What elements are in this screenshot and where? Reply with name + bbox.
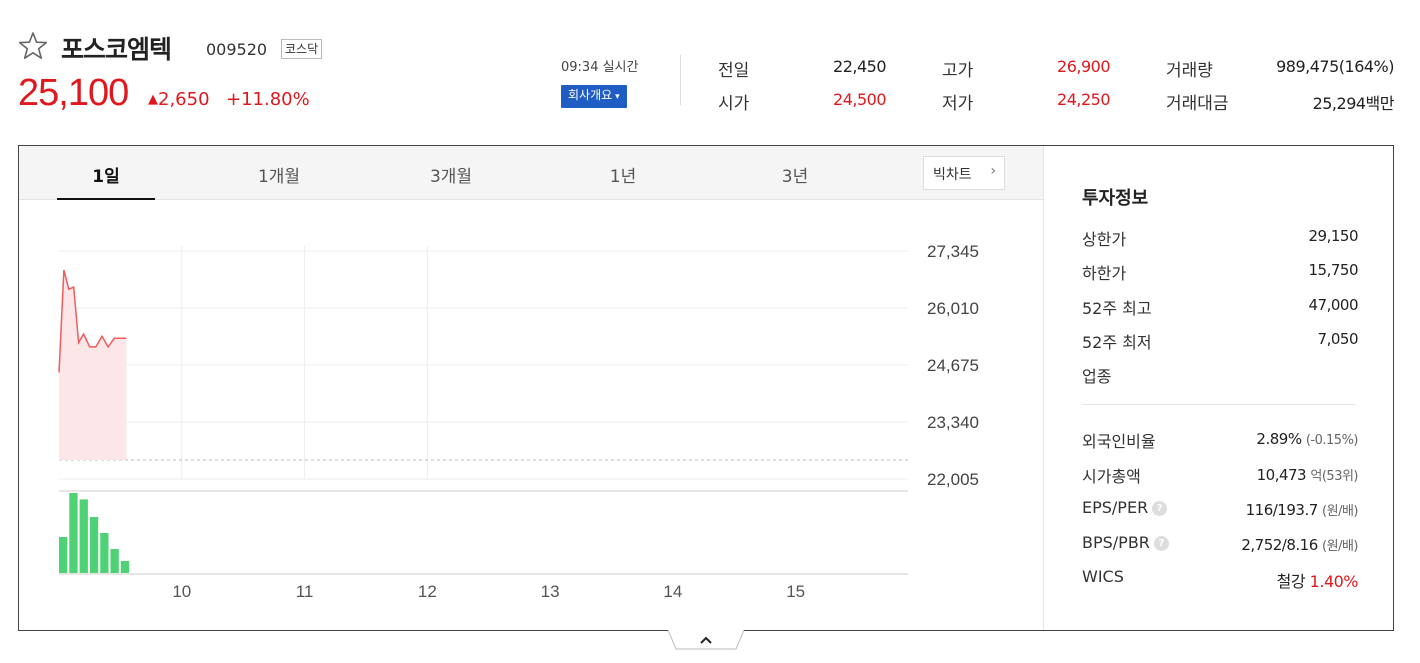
tab-1m[interactable]: 1개월 — [229, 162, 329, 187]
volume-label: 거래량 — [1166, 61, 1213, 81]
stock-header: 포스코엠텍 009520 코스닥 25,100 ▲2,650 +11.80% 0… — [18, 28, 1398, 128]
foreign-ratio-label: 외국인비율 — [1082, 432, 1156, 451]
high-label: 고가 — [942, 61, 974, 81]
open-value: 24,500 — [833, 90, 886, 109]
active-tab-indicator — [57, 198, 155, 200]
market-cap-label: 시가총액 — [1082, 467, 1141, 486]
upper-limit-value: 29,150 — [1308, 227, 1359, 245]
sector-label: 업종 — [1082, 367, 1112, 386]
realtime-time: 09:34 실시간 — [561, 60, 639, 75]
foreign-ratio-change: (-0.15%) — [1305, 433, 1359, 448]
bps-pbr-unit: (원/배) — [1322, 539, 1358, 554]
wics-label: WICS — [1082, 567, 1124, 586]
volume-bar — [120, 561, 130, 573]
collapse-chart-button[interactable] — [668, 630, 744, 650]
price-area — [59, 270, 127, 460]
wics-sector[interactable]: 철강 — [1277, 572, 1306, 591]
tab-3y[interactable]: 3년 — [745, 162, 845, 187]
tab-3m[interactable]: 3개월 — [401, 162, 501, 187]
lower-limit-value: 15,750 — [1308, 261, 1359, 279]
current-price: 25,100 — [18, 72, 129, 114]
y-tick-label: 26,010 — [927, 299, 979, 318]
x-tick-label: 13 — [541, 582, 560, 601]
price-chart: 27,345 26,010 24,675 23,340 22,005 10 11 12 13 14… — [19, 201, 1043, 631]
company-overview-label: 회사개요 — [568, 88, 613, 102]
volume-bar — [79, 499, 88, 573]
high52-value: 47,000 — [1308, 296, 1359, 314]
bps-pbr-label-text: BPS/PBR — [1082, 533, 1150, 552]
market-badge: 코스닥 — [281, 39, 323, 59]
foreign-ratio-value: 2.89% (-0.15%) — [1256, 430, 1358, 448]
tab-1d[interactable]: 1일 — [56, 162, 156, 187]
chevron-right-icon: › — [990, 163, 996, 179]
low52-label: 52주 최저 — [1082, 333, 1152, 352]
low-label: 저가 — [942, 94, 974, 114]
volume-bar — [110, 549, 119, 573]
eps-per-label: EPS/PER? — [1082, 498, 1168, 518]
company-overview-button[interactable]: 회사개요 ▾ — [561, 85, 627, 108]
help-icon[interactable]: ? — [1153, 536, 1169, 551]
bigchart-button[interactable]: 빅차트 › — [923, 156, 1005, 190]
x-tick-label: 12 — [418, 582, 437, 601]
stock-code: 009520 — [206, 40, 268, 59]
prev-close-label: 전일 — [718, 61, 750, 81]
divider — [680, 55, 681, 105]
amount-label: 거래대금 — [1166, 94, 1229, 114]
volume-bar — [100, 533, 109, 573]
caret-down-icon: ▾ — [615, 92, 620, 102]
y-tick-label: 24,675 — [927, 356, 979, 375]
chart-panel: 1일 1개월 3개월 1년 3년 빅차트 › 27,345 26,010 24,67… — [18, 145, 1394, 631]
price-chart-svg: 27,345 26,010 24,675 23,340 22,005 10 11 12 13 14… — [58, 242, 979, 601]
help-icon[interactable]: ? — [1152, 501, 1168, 516]
investment-info: 투자정보 상한가 29,150 하한가 15,750 52주 최고 47,000… — [1043, 146, 1394, 630]
eps-per-label-text: EPS/PER — [1082, 498, 1149, 517]
favorite-star-icon[interactable] — [18, 31, 48, 61]
market-cap-main: 10,473 — [1256, 466, 1307, 484]
open-label: 시가 — [718, 94, 750, 114]
y-tick-label: 22,005 — [927, 470, 979, 489]
divider — [1082, 404, 1356, 405]
x-tick-label: 15 — [786, 582, 805, 601]
eps-per-value: 116/193.7 (원/배) — [1245, 500, 1359, 519]
y-tick-label: 27,345 — [927, 242, 979, 261]
stock-name: 포스코엠텍 — [61, 35, 172, 64]
high-value: 26,900 — [1057, 57, 1110, 76]
upper-limit-label: 상한가 — [1082, 230, 1127, 249]
low52-value: 7,050 — [1317, 330, 1359, 348]
prev-close-value: 22,450 — [833, 57, 886, 76]
bps-pbr-main: 2,752/8.16 — [1241, 536, 1318, 554]
amount-value: 25,294백만 — [1312, 94, 1395, 113]
x-tick-label: 14 — [663, 582, 682, 601]
change-amount: 2,650 — [158, 89, 210, 110]
change-percent: +11.80% — [226, 89, 310, 110]
market-cap-rank: 억(53위) — [1310, 469, 1358, 484]
volume-bar — [59, 537, 68, 573]
bps-pbr-value: 2,752/8.16 (원/배) — [1241, 535, 1358, 554]
x-tick-label: 11 — [296, 582, 314, 601]
volume-bar — [69, 493, 78, 573]
bigchart-label: 빅차트 — [933, 167, 972, 183]
volume-value: 989,475(164%) — [1276, 57, 1394, 76]
invest-title: 투자정보 — [1082, 188, 1149, 209]
wics-value: 철강 1.40% — [1277, 568, 1359, 592]
tab-1y[interactable]: 1년 — [573, 162, 673, 187]
up-arrow-icon: ▲ — [148, 92, 158, 107]
low-value: 24,250 — [1057, 90, 1110, 109]
foreign-ratio-main: 2.89% — [1256, 430, 1302, 448]
eps-per-unit: (원/배) — [1322, 504, 1358, 519]
volume-bar — [89, 517, 99, 573]
bps-pbr-label: BPS/PBR? — [1082, 533, 1169, 553]
price-change: ▲2,650 — [148, 89, 210, 110]
period-tabs: 1일 1개월 3개월 1년 3년 빅차트 › — [19, 146, 1043, 200]
wics-change: 1.40% — [1309, 572, 1359, 591]
market-cap-value: 10,473 억(53위) — [1256, 465, 1359, 484]
lower-limit-label: 하한가 — [1082, 264, 1127, 283]
high52-label: 52주 최고 — [1082, 299, 1152, 318]
x-tick-label: 10 — [172, 582, 191, 601]
eps-per-main: 116/193.7 — [1245, 501, 1319, 519]
y-tick-label: 23,340 — [927, 413, 979, 432]
